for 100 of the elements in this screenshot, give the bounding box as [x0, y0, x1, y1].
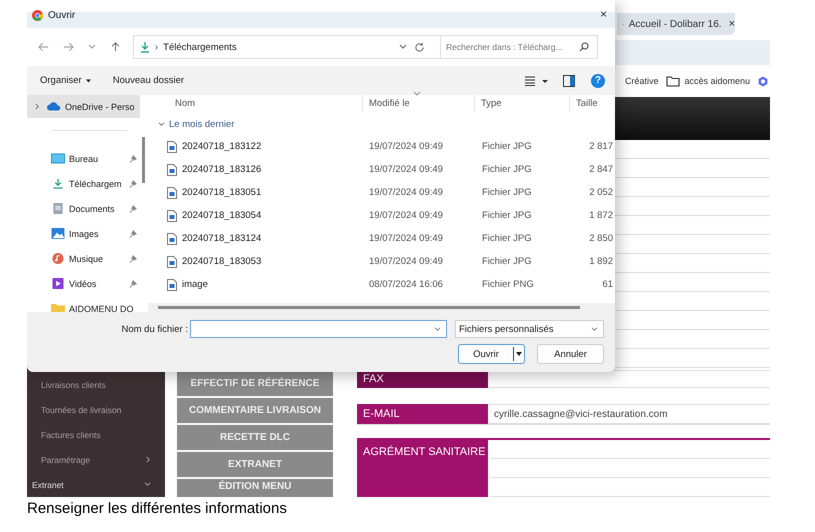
group-header[interactable]: Le mois dernier: [148, 114, 615, 135]
help-button[interactable]: ?: [591, 74, 605, 88]
chevron-down-icon: [591, 326, 598, 332]
file-name: 20240718_183122: [182, 141, 262, 152]
open-button[interactable]: Ouvrir: [458, 344, 525, 364]
menu-item[interactable]: Tournées de livraison: [27, 397, 165, 422]
file-row[interactable]: image 08/07/2024 16:06 Fichier PNG 61: [148, 273, 615, 296]
download-icon: [51, 178, 65, 189]
file-name: 20240718_183126: [182, 164, 262, 175]
menu-item-label: Livraisons clients: [41, 380, 106, 390]
back-arrow-icon[interactable]: [38, 42, 49, 52]
chevron-down-icon[interactable]: [88, 44, 96, 50]
file-row[interactable]: 20240718_183051 19/07/2024 09:49 Fichier JPG 2 052: [148, 181, 615, 204]
navigation-item[interactable]: Téléchargem: [27, 171, 140, 196]
modified-date: 19/07/2024 09:49: [368, 164, 444, 175]
menu-item[interactable]: Extranet: [27, 472, 165, 497]
column-header[interactable]: Type: [475, 95, 570, 112]
file-row[interactable]: 20240718_183126 19/07/2024 09:49 Fichier JPG 2 847: [148, 158, 615, 181]
file-row[interactable]: 20240718_183122 19/07/2024 09:49 Fichier JPG 2 817: [148, 135, 615, 158]
file-size: 2 052: [588, 187, 614, 198]
tab-close-button[interactable]: ×: [728, 18, 735, 30]
file-row[interactable]: 20240718_183054 19/07/2024 09:49 Fichier JPG 1 872: [148, 204, 615, 227]
browser-tab[interactable]: Accueil - Dolibarr 16. ×: [617, 13, 735, 35]
file-type: Fichier JPG: [481, 164, 533, 175]
chevron-down-icon[interactable]: [399, 44, 407, 50]
modified-date: 19/07/2024 09:49: [368, 233, 444, 244]
preview-pane-icon[interactable]: [563, 74, 575, 86]
music-icon: [51, 253, 65, 264]
up-arrow-icon[interactable]: [110, 42, 121, 52]
navigation-item[interactable]: Documents: [27, 196, 140, 221]
file-name: image: [182, 279, 208, 290]
forward-arrow-icon[interactable]: [63, 42, 74, 52]
caret-icon: [86, 78, 91, 82]
file-size: 2 850: [588, 233, 614, 244]
file-type-dropdown[interactable]: Fichiers personnalisés: [455, 320, 604, 338]
image-file-icon: [167, 164, 177, 176]
navigation-item[interactable]: OneDrive - Perso: [27, 95, 140, 118]
file-size: 1 892: [588, 256, 614, 267]
column-header[interactable]: Modifié le: [363, 95, 475, 112]
refresh-icon[interactable]: [414, 42, 425, 52]
modified-date: 19/07/2024 09:49: [368, 256, 444, 267]
desktop-icon: [51, 153, 65, 164]
cloud-icon: [47, 101, 61, 112]
file-type: Fichier JPG: [481, 187, 533, 198]
folder-icon: [666, 76, 680, 86]
file-type: Fichier JPG: [481, 141, 533, 152]
menu-item[interactable]: Factures clients: [27, 422, 165, 447]
caret-icon[interactable]: [516, 352, 522, 356]
navigation-item[interactable]: Vidéos: [27, 271, 140, 296]
file-row[interactable]: 20240718_183124 19/07/2024 09:49 Fichier JPG 2 850: [148, 227, 615, 250]
field-label: E-MAIL: [357, 404, 488, 424]
modified-date: 08/07/2024 16:06: [368, 279, 444, 290]
menu-item[interactable]: Livraisons clients: [27, 372, 165, 397]
dialog-title: Ouvrir: [48, 10, 76, 21]
video-icon: [51, 278, 65, 289]
scrollbar-thumb[interactable]: [158, 306, 580, 309]
cancel-button[interactable]: Annuler: [537, 344, 604, 364]
file-type: Fichier PNG: [481, 279, 535, 290]
navigation-item[interactable]: Images: [27, 221, 140, 246]
view-options-icon[interactable]: [525, 76, 549, 86]
navigation-item[interactable]: Bureau: [27, 146, 140, 171]
file-name: 20240718_183051: [182, 187, 262, 198]
file-name: 20240718_183054: [182, 210, 262, 221]
file-name-field[interactable]: [190, 320, 447, 338]
column-header[interactable]: Taille: [570, 95, 615, 112]
chevron-right-icon: [35, 103, 40, 110]
navigation-item[interactable]: Musique: [27, 246, 140, 271]
file-size: 1 872: [588, 210, 614, 221]
organize-button[interactable]: Organiser: [40, 75, 91, 86]
menu-item-label: Extranet: [32, 480, 64, 490]
image-file-icon: [167, 256, 177, 268]
field-label: AGRÉMENT SANITAIRE: [357, 440, 488, 497]
tab-title: Accueil - Dolibarr 16.: [628, 18, 722, 30]
image-icon: [51, 228, 65, 239]
bookmark[interactable]: Créative: [624, 76, 658, 86]
search-icon: [579, 42, 589, 52]
extension-icon[interactable]: [758, 76, 768, 86]
chevron-down-icon: [434, 326, 441, 332]
file-name: 20240718_183124: [182, 233, 262, 244]
input-field[interactable]: cyrille.cassagne@vici-restauration.com: [488, 404, 770, 424]
menu-item-label: Factures clients: [41, 430, 101, 440]
chevron-down-icon: [158, 122, 165, 127]
navigation-item[interactable]: AIDOMENU DO: [27, 296, 140, 312]
field-label: Nom du fichier :: [121, 324, 188, 334]
column-header[interactable]: Nom: [148, 95, 363, 112]
file-type: Fichier JPG: [481, 233, 533, 244]
caption: Renseigner les différentes informations: [27, 500, 288, 517]
chevron-right-icon: [146, 456, 151, 463]
image-file-icon: [167, 278, 177, 290]
search-field[interactable]: Rechercher dans : Télécharg...: [440, 35, 598, 59]
bookmark[interactable]: accès aidomenu: [684, 76, 750, 86]
scrollbar-thumb[interactable]: [142, 137, 145, 183]
new-folder-button[interactable]: Nouveau dossier: [112, 75, 184, 86]
menu-item-label: Tournées de livraison: [41, 404, 122, 414]
file-name: 20240718_183053: [182, 256, 262, 267]
file-row[interactable]: 20240718_183053 19/07/2024 09:49 Fichier JPG 1 892: [148, 250, 615, 273]
file-size: 61: [601, 279, 614, 290]
download-icon: [140, 41, 150, 53]
close-button[interactable]: ×: [600, 7, 607, 21]
menu-item[interactable]: Paramétrage: [27, 447, 165, 472]
